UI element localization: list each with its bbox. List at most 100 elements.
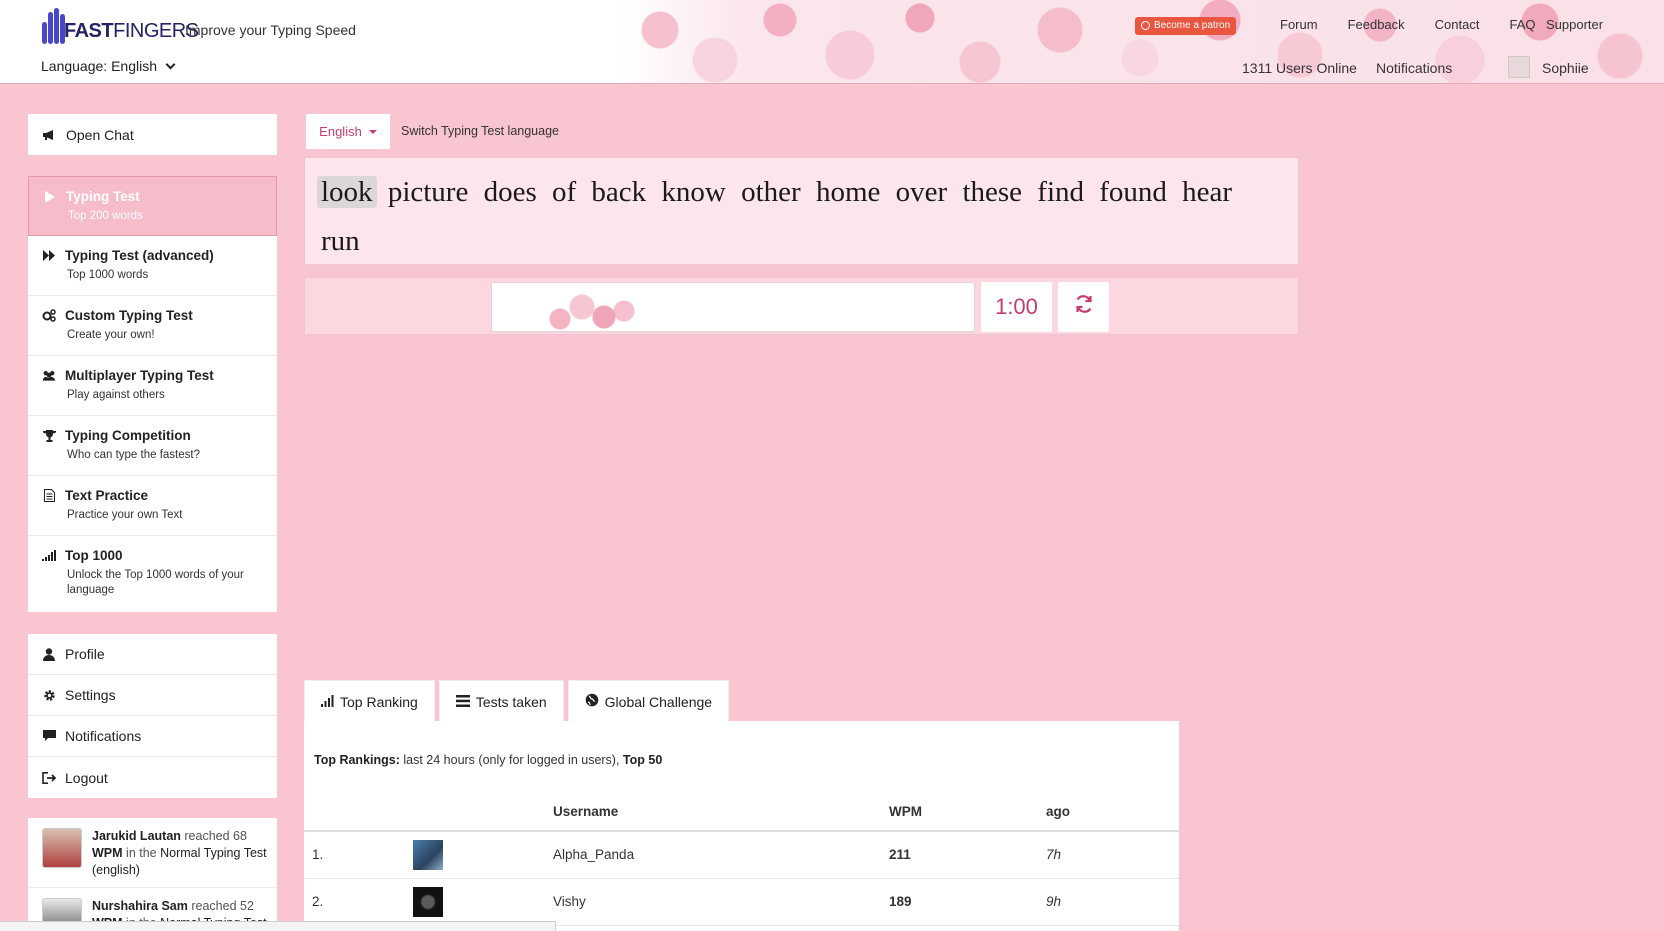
menu-item-title: Typing Competition <box>65 428 191 443</box>
megaphone-icon <box>42 128 56 142</box>
word: these <box>962 176 1023 208</box>
nav-forum-link[interactable]: Forum <box>1265 17 1333 32</box>
ranking-tabs: Top Ranking Tests taken Global Challenge <box>304 680 730 722</box>
word: home <box>815 176 881 208</box>
menu-item-multiplayer[interactable]: Multiplayer Typing Test Play against oth… <box>28 356 277 416</box>
comment-icon <box>42 729 56 743</box>
logout-icon <box>42 771 56 785</box>
nav-contact-link[interactable]: Contact <box>1420 17 1495 32</box>
document-icon <box>42 489 56 503</box>
typing-input[interactable] <box>492 283 974 331</box>
header-notifications-link[interactable]: Notifications <box>1376 60 1452 76</box>
word: of <box>552 176 577 208</box>
hand-logo-icon <box>40 6 70 44</box>
table-row: 2. Vishy 189 9h <box>304 878 1179 926</box>
ranking-avatar[interactable] <box>413 886 443 917</box>
menu-item-subtitle: Who can type the fastest? <box>67 449 200 461</box>
top-nav: Forum Feedback Contact FAQ <box>1265 17 1550 32</box>
tab-tests-taken[interactable]: Tests taken <box>438 680 564 722</box>
fast-forward-icon <box>42 249 56 263</box>
account-item-settings[interactable]: Settings <box>28 675 277 716</box>
supporter-link[interactable]: Supporter <box>1546 17 1603 32</box>
word: found <box>1099 176 1167 208</box>
account-item-logout[interactable]: Logout <box>28 757 277 798</box>
menu-item-top-1000[interactable]: Top 1000 Unlock the Top 1000 words of yo… <box>28 536 277 612</box>
tab-global-challenge[interactable]: Global Challenge <box>567 680 730 722</box>
menu-item-subtitle: Practice your own Text <box>67 509 183 521</box>
ranking-username-link[interactable]: Vishy <box>553 878 889 926</box>
account-item-label: Profile <box>65 646 105 662</box>
nav-feedback-link[interactable]: Feedback <box>1333 17 1420 32</box>
refresh-icon <box>1074 294 1094 320</box>
typing-language-label: English <box>319 124 362 139</box>
become-patron-button[interactable]: Become a patron <box>1135 17 1237 35</box>
feed-user-link[interactable]: Jarukid Lautan <box>92 829 181 843</box>
ranking-ago: 7h <box>1046 831 1179 879</box>
menu-item-title: Typing Test (advanced) <box>65 248 214 263</box>
menu-item-subtitle: Create your own! <box>67 329 155 341</box>
chevron-down-icon <box>165 59 176 69</box>
tab-label: Tests taken <box>475 693 547 710</box>
nav-faq-link[interactable]: FAQ <box>1494 17 1550 32</box>
site-logo[interactable]: FASTFINGERS <box>40 6 199 44</box>
reload-button[interactable] <box>1058 282 1109 332</box>
menu-item-custom-typing-test[interactable]: Custom Typing Test Create your own! <box>28 296 277 356</box>
ranking-ago: 9h <box>1046 878 1179 926</box>
user-avatar[interactable] <box>1508 56 1530 78</box>
word: hear <box>1182 176 1233 208</box>
col-ago: ago <box>1046 793 1179 832</box>
trophy-icon <box>42 429 56 443</box>
menu-item-title: Multiplayer Typing Test <box>65 368 214 383</box>
account-item-label: Notifications <box>65 728 142 744</box>
tab-label: Global Challenge <box>604 693 713 710</box>
menu-item-subtitle: Unlock the Top 1000 words of your langua… <box>67 569 244 596</box>
feed-text: Jarukid Lautan reached 68 WPM in the Nor… <box>92 829 267 877</box>
patron-label: Become a patron <box>1154 20 1231 31</box>
col-wpm: WPM <box>889 793 1046 832</box>
ranking-wpm: 211 <box>889 831 1046 879</box>
feed-user-link[interactable]: Nurshahira Sam <box>92 899 188 913</box>
account-item-profile[interactable]: Profile <box>28 634 277 675</box>
word-line: look picture does of back know other hom… <box>317 168 1286 266</box>
account-item-notifications[interactable]: Notifications <box>28 716 277 757</box>
menu-item-subtitle: Play against others <box>67 389 165 401</box>
menu-item-title: Custom Typing Test <box>65 308 193 323</box>
site-tagline: Improve your Typing Speed <box>185 22 356 38</box>
gear-icon <box>42 688 56 702</box>
caret-down-icon <box>368 129 377 134</box>
rank-number: 1. <box>304 831 413 879</box>
word: picture <box>387 176 469 208</box>
play-icon <box>43 190 57 204</box>
users-online-count: 1311 Users Online <box>1242 60 1357 76</box>
feed-avatar[interactable] <box>42 828 82 868</box>
ranking-panel: Top Rankings: last 24 hours (only for lo… <box>304 721 1179 931</box>
col-username: Username <box>553 793 889 832</box>
typing-language-dropdown[interactable]: English <box>306 114 390 149</box>
signal-icon <box>42 549 56 563</box>
menu-item-title: Typing Test <box>66 189 140 204</box>
menu-item-text-practice[interactable]: Text Practice Practice your own Text <box>28 476 277 536</box>
typing-input-wrapper[interactable] <box>491 282 975 332</box>
menu-item-typing-test-advanced[interactable]: Typing Test (advanced) Top 1000 words <box>28 236 277 296</box>
input-row: 1:00 <box>304 277 1299 335</box>
ranking-avatar[interactable] <box>413 839 443 870</box>
word: other <box>741 176 801 208</box>
open-chat-button[interactable]: Open Chat <box>28 114 277 155</box>
ranking-username-link[interactable]: Alpha_Panda <box>553 831 889 879</box>
word-display: look picture does of back know other hom… <box>304 157 1299 306</box>
ranking-table: Username WPM ago 1. Alpha_Panda 211 7h 2… <box>304 793 1179 926</box>
menu-item-typing-competition[interactable]: Typing Competition Who can type the fast… <box>28 416 277 476</box>
globe-icon <box>585 693 599 710</box>
menu-item-title: Text Practice <box>65 488 149 503</box>
menu-item-typing-test[interactable]: Typing Test Top 200 words <box>28 176 277 236</box>
account-menu: Profile Settings Notifications Logout <box>28 634 277 798</box>
users-icon <box>42 369 56 383</box>
feed-item: Jarukid Lautan reached 68 WPM in the Nor… <box>28 818 277 888</box>
word: know <box>661 176 726 208</box>
word: run <box>321 225 360 257</box>
ranking-wpm: 189 <box>889 878 1046 926</box>
user-name-link[interactable]: Sophiie <box>1542 60 1589 76</box>
tab-top-ranking[interactable]: Top Ranking <box>304 680 435 722</box>
language-selector[interactable]: Language: English <box>41 58 176 74</box>
word: back <box>591 176 647 208</box>
